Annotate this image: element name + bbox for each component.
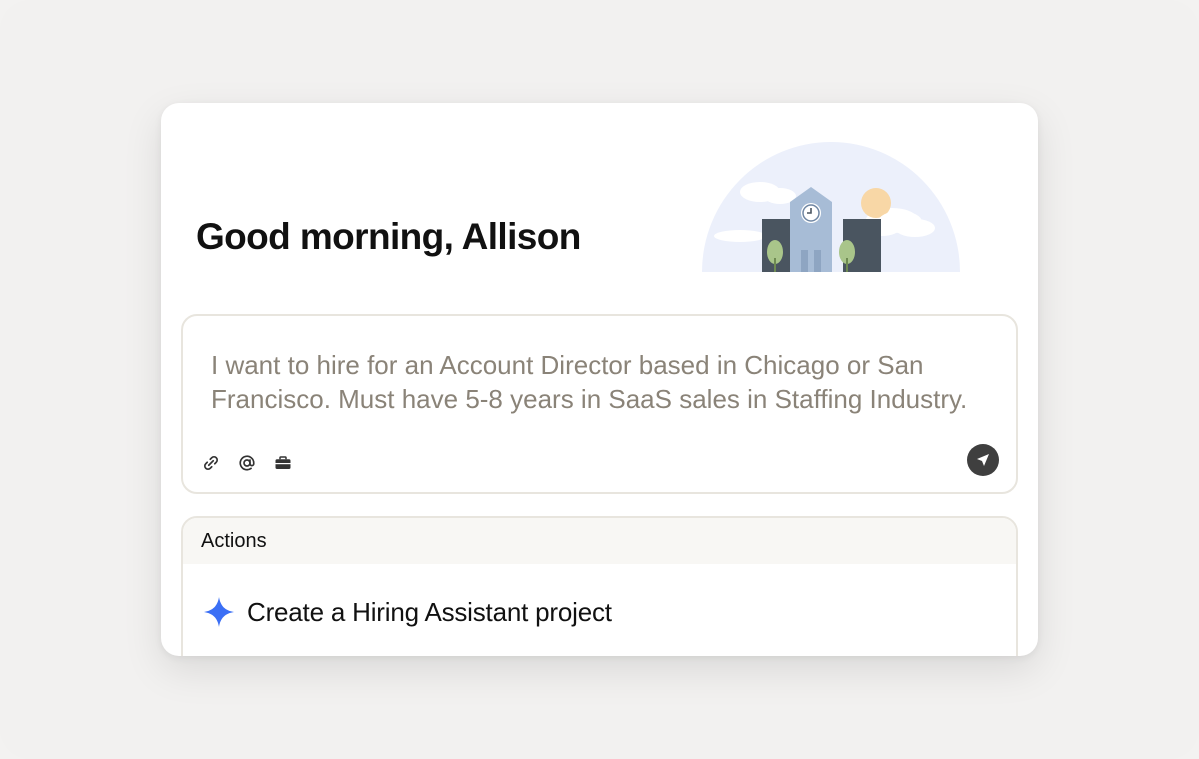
prompt-textarea[interactable]: I want to hire for an Account Director b… bbox=[211, 348, 991, 416]
office-building-illustration bbox=[702, 142, 960, 272]
at-mention-icon[interactable] bbox=[236, 452, 258, 474]
actions-header: Actions bbox=[183, 518, 1016, 564]
welcome-card: Good morning, Allison I want to hire for… bbox=[161, 103, 1038, 656]
actions-panel: Actions Create a Hiring Assistant projec… bbox=[181, 516, 1018, 656]
briefcase-icon[interactable] bbox=[272, 452, 294, 474]
greeting-heading: Good morning, Allison bbox=[196, 216, 581, 257]
action-label: Create a Hiring Assistant project bbox=[247, 596, 612, 627]
send-icon bbox=[977, 454, 989, 466]
paperclip-icon[interactable] bbox=[200, 452, 222, 474]
sparkle-icon bbox=[204, 597, 234, 627]
prompt-input-box[interactable]: I want to hire for an Account Director b… bbox=[181, 314, 1018, 494]
input-toolbar bbox=[200, 452, 294, 474]
action-item-create-project[interactable]: Create a Hiring Assistant project bbox=[203, 596, 612, 628]
send-button[interactable] bbox=[967, 444, 999, 476]
